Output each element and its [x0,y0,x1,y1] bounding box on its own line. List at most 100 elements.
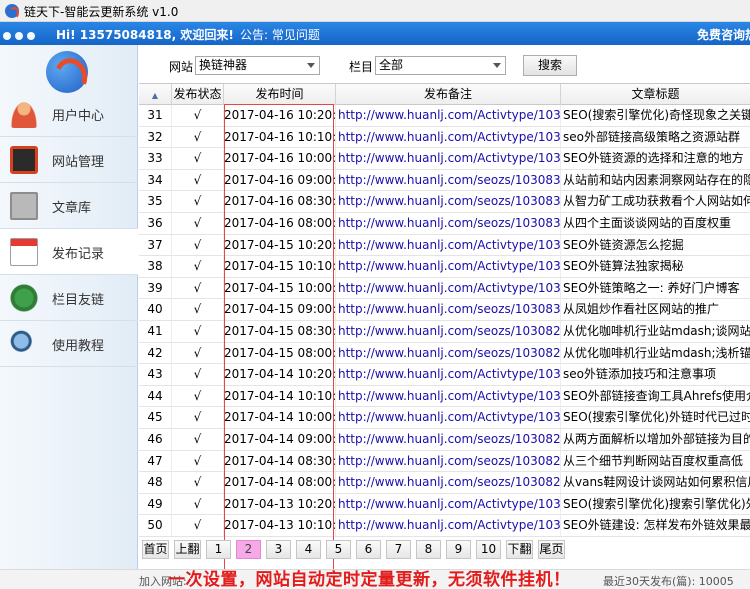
publish-record-icon [10,238,38,266]
table-row[interactable]: 32√2017-04-16 10:10:19http://www.huanlj.… [139,126,750,149]
page-8-button[interactable]: 8 [416,540,441,559]
publish-time-cell: 2017-04-14 08:00:24 [224,472,336,494]
sidebar-item-friend-link[interactable]: 栏目友链 [0,275,138,321]
publish-time-cell: 2017-04-16 10:00:29 [224,148,336,170]
note-url-link[interactable]: http://www.huanlj.com/Activtype/1034383.… [336,407,561,429]
table-row[interactable]: 44√2017-04-14 10:10:24http://www.huanlj.… [139,385,750,408]
sort-column-header[interactable]: ▲ [139,84,172,105]
table-row[interactable]: 36√2017-04-16 08:00:25http://www.huanlj.… [139,213,750,235]
note-url-link[interactable]: http://www.huanlj.com/seozs/1030833.html [336,169,561,191]
sidebar-item-user-center[interactable]: 用户中心 [0,91,138,137]
search-button[interactable]: 搜索 [523,55,577,76]
table-row[interactable]: 37√2017-04-15 10:20:32http://www.huanlj.… [139,234,750,257]
note-url-link[interactable]: http://www.huanlj.com/seozs/1030826.html [336,450,561,472]
page-10-button[interactable]: 10 [476,540,501,559]
window-title: 链天下-智能云更新系统 v1.0 [24,5,179,19]
note-url-link[interactable]: http://www.huanlj.com/Activtype/1034387.… [336,256,561,278]
table-row[interactable]: 42√2017-04-15 08:00:24http://www.huanlj.… [139,342,750,365]
sidebar-item-tutorial[interactable]: 使用教程 [0,321,138,367]
article-title-cell: SEO外链算法独家揭秘 [563,259,684,274]
last-page-button[interactable]: 尾页 [538,540,565,559]
column-select[interactable]: 全部 [375,56,506,75]
sidebar-item-label: 网站管理 [52,155,105,170]
note-url-link[interactable]: http://www.huanlj.com/seozs/1030832.html [336,191,561,213]
publish-time-cell: 2017-04-16 08:00:25 [224,213,336,234]
page-7-button[interactable]: 7 [386,540,411,559]
note-url-link[interactable]: http://www.huanlj.com/seozs/1030827.html [336,429,561,450]
article-title-cell: 从凤姐炒作看社区网站的推广 [563,302,720,317]
publish-time-cell: 2017-04-13 10:10:20 [224,515,336,537]
window-dot-icon[interactable] [3,32,11,40]
status-cell: √ [172,515,224,537]
publish-time-cell: 2017-04-16 10:20:26 [224,105,336,126]
status-cell: √ [172,169,224,191]
window-dot-icon[interactable] [27,32,35,40]
note-column-header[interactable]: 发布备注 [336,84,561,105]
page-9-button[interactable]: 9 [446,540,471,559]
table-row[interactable]: 40√2017-04-15 09:00:27http://www.huanlj.… [139,299,750,321]
sidebar-item-site-manage[interactable]: 网站管理 [0,137,138,183]
site-label: 网站 [169,60,194,74]
article-title-cell: SEO(搜索引擎优化)外链时代已过时 现在 [563,410,750,425]
article-title-cell: seo外部链接高级策略之资源站群 [563,129,740,144]
table-row[interactable]: 48√2017-04-14 08:00:24http://www.huanlj.… [139,472,750,494]
next-page-button[interactable]: 下翻 [506,540,533,559]
article-title-cell: 从两方面解析以增加外部链接为目的软文 [563,432,750,446]
note-url-link[interactable]: http://www.huanlj.com/seozs/1030831.html [336,213,561,234]
table-row[interactable]: 41√2017-04-15 08:30:25http://www.huanlj.… [139,321,750,343]
note-url-link[interactable]: http://www.huanlj.com/seozs/1030830.html [336,299,561,321]
table-row[interactable]: 49√2017-04-13 10:20:21http://www.huanlj.… [139,493,750,516]
table-row[interactable]: 38√2017-04-15 10:10:24http://www.huanlj.… [139,256,750,278]
sidebar-item-article-library[interactable]: 文章库 [0,183,138,229]
table-row[interactable]: 34√2017-04-16 09:00:24http://www.huanlj.… [139,169,750,192]
site-select-value: 换链神器 [199,58,248,72]
publish-time-cell: 2017-04-15 08:30:25 [224,321,336,342]
sidebar-item-publish-record[interactable]: 发布记录 [0,229,139,275]
site-select[interactable]: 换链神器 [195,56,320,75]
table-row[interactable]: 39√2017-04-15 10:00:34http://www.huanlj.… [139,277,750,300]
table-row[interactable]: 33√2017-04-16 10:00:29http://www.huanlj.… [139,148,750,170]
table-row[interactable]: 45√2017-04-14 10:00:27http://www.huanlj.… [139,407,750,429]
page-4-button[interactable]: 4 [296,540,321,559]
page-6-button[interactable]: 6 [356,540,381,559]
filter-bar: 网站 换链神器 栏目 全部 搜索 [139,45,750,83]
note-url-link[interactable]: http://www.huanlj.com/Activtype/1034381.… [336,515,561,537]
note-url-link[interactable]: http://www.huanlj.com/Activtype/1034390.… [336,126,561,148]
free-consult-link[interactable]: 免费咨询热 [697,26,750,43]
note-url-link[interactable]: http://www.huanlj.com/Activtype/1034384.… [336,385,561,407]
note-url-link[interactable]: http://www.huanlj.com/seozs/1030825.html [336,472,561,494]
sort-up-icon: ▲ [151,91,159,100]
page-2-button[interactable]: 2 [236,540,261,559]
window-dot-icon[interactable] [15,32,23,40]
table-row[interactable]: 46√2017-04-14 09:00:24http://www.huanlj.… [139,429,750,451]
note-url-link[interactable]: http://www.huanlj.com/Activtype/1034386.… [336,277,561,299]
table-row[interactable]: 31√2017-04-16 10:20:26http://www.huanlj.… [139,105,750,127]
note-url-link[interactable]: http://www.huanlj.com/Activtype/1034388.… [336,234,561,256]
table-row[interactable]: 35√2017-04-16 08:30:19http://www.huanlj.… [139,191,750,213]
note-url-link[interactable]: http://www.huanlj.com/Activtype/1034385.… [336,364,561,386]
note-url-link[interactable]: http://www.huanlj.com/seozs/1030829.html [336,321,561,342]
table-row[interactable]: 47√2017-04-14 08:30:23http://www.huanlj.… [139,450,750,473]
page-3-button[interactable]: 3 [266,540,291,559]
article-title-cell: 从优化咖啡机行业站mdash;浅析锚文本对 [563,345,750,360]
page-5-button[interactable]: 5 [326,540,351,559]
time-column-header[interactable]: 发布时间 [224,84,336,105]
page-1-button[interactable]: 1 [206,540,231,559]
column-label: 栏目 [349,60,374,74]
first-page-button[interactable]: 首页 [142,540,169,559]
title-column-header[interactable]: 文章标题 [561,84,750,105]
note-url-link[interactable]: http://www.huanlj.com/Activtype/1034382.… [336,493,561,515]
status-cell: √ [172,126,224,148]
prev-page-button[interactable]: 上翻 [174,540,201,559]
row-number: 37 [139,234,172,256]
note-url-link[interactable]: http://www.huanlj.com/Activtype/1034391.… [336,105,561,126]
note-url-link[interactable]: http://www.huanlj.com/Activtype/1034389.… [336,148,561,170]
sidebar-item-label: 栏目友链 [52,293,105,308]
status-column-header[interactable]: 发布状态 [172,84,224,105]
notice-link[interactable]: 公告: 常见问题 [240,26,320,43]
note-url-link[interactable]: http://www.huanlj.com/seozs/1030828.html [336,342,561,364]
article-title-cell: 从三个细节判断网站百度权重高低 [563,453,744,468]
article-title-cell: seo外链添加技巧和注意事项 [563,367,716,382]
table-row[interactable]: 50√2017-04-13 10:10:20http://www.huanlj.… [139,515,750,537]
table-row[interactable]: 43√2017-04-14 10:20:30http://www.huanlj.… [139,364,750,386]
